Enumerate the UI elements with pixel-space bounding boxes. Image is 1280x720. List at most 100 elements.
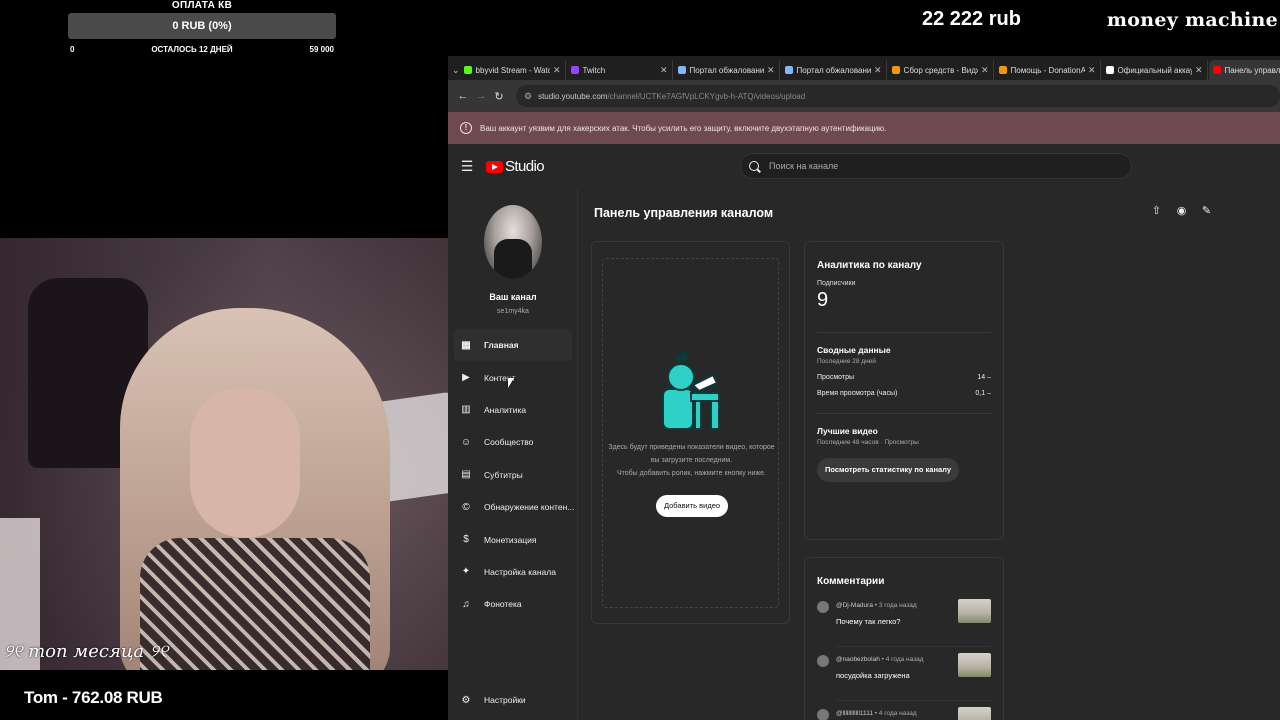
comments-title: Комментарии	[817, 576, 885, 587]
customization-icon: ✦	[461, 566, 471, 578]
copyright-icon: ©	[462, 501, 470, 513]
browser-tab[interactable]: Официальный аккаунт о✕	[1102, 60, 1208, 80]
sidebar-item-subtitles[interactable]: ▤ Субтитры	[454, 459, 572, 491]
address-bar: ← → ↻ ⚙ studio.youtube.com/channel/UCTKe…	[448, 80, 1280, 112]
analytics-icon: ▥	[461, 404, 471, 416]
add-video-button[interactable]: Добавить видео	[656, 495, 728, 517]
tiktok-icon	[1105, 66, 1114, 74]
page-title: Панель управления каналом	[594, 206, 774, 220]
security-warning-banner: ! Ваш аккаунт уязвим для хакерских атак.…	[448, 112, 1280, 144]
channel-avatar[interactable]	[484, 205, 542, 279]
subscribers-count: 9	[817, 289, 829, 311]
upload-hint-text: Здесь будут приведены показатели видео, …	[608, 444, 775, 477]
studio-header: ☰ Studio Поиск на канале	[448, 144, 1280, 189]
top-videos-period: Последние 48 часов · Просмотры	[817, 439, 919, 446]
top-donation-label: money machine	[1106, 9, 1278, 31]
header-actions: ⇧ ◉ ✎	[1148, 201, 1215, 221]
monetization-icon: $	[463, 534, 469, 546]
browser-tab[interactable]: Помощь - DonationAlerts✕	[995, 60, 1101, 80]
browser-tab[interactable]: Портал обжалования - I✕	[781, 60, 887, 80]
summary-period: Последние 28 дней	[817, 358, 876, 365]
sidebar-item-dashboard[interactable]: ▦ Главная	[454, 329, 572, 362]
comment-item[interactable]: @llllllllllll1111 • 4 года назадЧто это …	[817, 707, 991, 720]
doc-icon	[677, 66, 686, 74]
close-tab-icon[interactable]: ✕	[874, 65, 882, 76]
warning-icon: !	[460, 122, 472, 134]
close-tab-icon[interactable]: ✕	[1195, 65, 1203, 76]
youtube-play-icon	[486, 160, 503, 173]
reload-icon[interactable]: ↻	[490, 90, 508, 103]
sidebar-item-community[interactable]: ☺ Сообщество	[454, 426, 572, 458]
youtube-icon	[1212, 66, 1221, 74]
sidebar-nav: ▦ Главная ▶ Контент ▥ Аналитика ☺ Сообщество ▤ Су…	[454, 329, 574, 621]
commenter-avatar[interactable]	[817, 601, 829, 613]
sidebar-item-settings[interactable]: ⚙ Настройки	[454, 685, 572, 715]
goal-max: 59 000	[309, 45, 334, 54]
studio-sidebar: Ваш канал se1my4ka ▦ Главная ▶ Контент ▥ Анал…	[448, 189, 578, 720]
browser-window: ⌄ bbyvid Stream - Watch L✕Twitch✕Портал …	[448, 56, 1280, 720]
tab-strip: ⌄ bbyvid Stream - Watch L✕Twitch✕Портал …	[448, 56, 1280, 80]
video-thumbnail[interactable]	[958, 653, 991, 677]
close-tab-icon[interactable]: ✕	[1088, 65, 1096, 76]
create-post-icon[interactable]: ✎	[1198, 201, 1215, 221]
browser-tab[interactable]: Портал обжалования - I✕	[674, 60, 780, 80]
donation-icon	[998, 66, 1007, 74]
browser-tab[interactable]: Twitch ✕	[567, 60, 673, 80]
video-thumbnail[interactable]	[958, 599, 991, 623]
sidebar-item-audio-library[interactable]: ♫ Фонотека	[454, 588, 572, 620]
channel-search-input[interactable]: Поиск на канале	[740, 153, 1132, 179]
subtitles-icon: ▤	[461, 469, 471, 481]
sidebar-item-analytics[interactable]: ▥ Аналитика	[454, 394, 572, 426]
goal-remaining: ОСТАЛОСЬ 12 ДНЕЙ	[151, 45, 233, 54]
url-field[interactable]: ⚙ studio.youtube.com/channel/UCTKe7AGfVp…	[516, 85, 1280, 107]
close-tab-icon[interactable]: ✕	[767, 65, 775, 76]
commenter-avatar[interactable]	[817, 709, 829, 720]
close-tab-icon[interactable]: ✕	[553, 65, 561, 76]
site-info-icon[interactable]: ⚙	[524, 91, 532, 102]
go-live-icon[interactable]: ◉	[1173, 201, 1190, 221]
warning-text: Ваш аккаунт уязвим для хакерских атак. Ч…	[480, 123, 887, 133]
donation-icon	[891, 66, 900, 74]
search-icon	[749, 161, 759, 171]
gear-icon: ⚙	[461, 694, 471, 706]
menu-icon[interactable]: ☰	[448, 158, 486, 175]
browser-tab[interactable]: Панель управления ка	[1208, 60, 1280, 80]
webcam-feed: ୨୧ топ месяца ୨୧	[0, 238, 448, 670]
analytics-title: Аналитика по каналу	[817, 260, 922, 271]
top-donor-line: Tom - 762.08 RUB	[24, 688, 163, 707]
channel-title: Ваш канал	[489, 292, 537, 302]
twitch-icon	[570, 66, 579, 74]
view-channel-stats-button[interactable]: Посмотреть статистику по каналу	[817, 458, 960, 482]
upload-icon[interactable]: ⇧	[1148, 201, 1165, 221]
channel-handle: se1my4ka	[497, 308, 529, 315]
goal-min: 0	[70, 45, 75, 54]
comment-item[interactable]: @naobezbolah • 4 года назад посудойка заг…	[817, 653, 991, 701]
close-tab-icon[interactable]: ✕	[981, 65, 989, 76]
forward-icon[interactable]: →	[472, 90, 490, 102]
sidebar-item-monetization[interactable]: $ Монетизация	[454, 523, 572, 555]
comments-card: Комментарии @Dj-Madura • 3 года назад Поч…	[804, 557, 1004, 720]
kick-icon	[463, 66, 472, 74]
channel-analytics-card: Аналитика по каналу Подписчики 9 Сводные…	[804, 241, 1004, 540]
commenter-avatar[interactable]	[817, 655, 829, 667]
top-donation-amount: 22 222 rub	[922, 8, 1021, 30]
browser-tab[interactable]: bbyvid Stream - Watch L✕	[460, 60, 566, 80]
youtube-studio-logo[interactable]: Studio	[486, 158, 545, 175]
video-thumbnail[interactable]	[958, 707, 991, 720]
back-icon[interactable]: ←	[454, 90, 472, 102]
audio-library-icon: ♫	[462, 598, 470, 610]
subscribers-label: Подписчики	[817, 280, 856, 287]
comment-item[interactable]: @Dj-Madura • 3 года назад Почему так легк…	[817, 599, 991, 647]
goal-title: ОПЛАТА КВ	[171, 0, 233, 11]
sidebar-item-customization[interactable]: ✦ Настройка канала	[454, 556, 572, 588]
stat-row-watch-time: Время просмотра (часы) 0,1 –	[817, 390, 991, 397]
sidebar-item-copyright[interactable]: © Обнаружение контен...	[454, 491, 574, 523]
goal-progress-bar: 0 RUB (0%)	[68, 13, 336, 39]
top-month-caption: ୨୧ топ месяца ୨୧	[4, 641, 169, 662]
streamer-face	[190, 388, 300, 538]
doc-icon	[784, 66, 793, 74]
tab-search-icon[interactable]: ⌄	[452, 60, 460, 80]
close-tab-icon[interactable]: ✕	[660, 65, 668, 76]
browser-tab[interactable]: Сбор средств - Виджеты✕	[888, 60, 994, 80]
summary-title: Сводные данные	[817, 345, 891, 355]
